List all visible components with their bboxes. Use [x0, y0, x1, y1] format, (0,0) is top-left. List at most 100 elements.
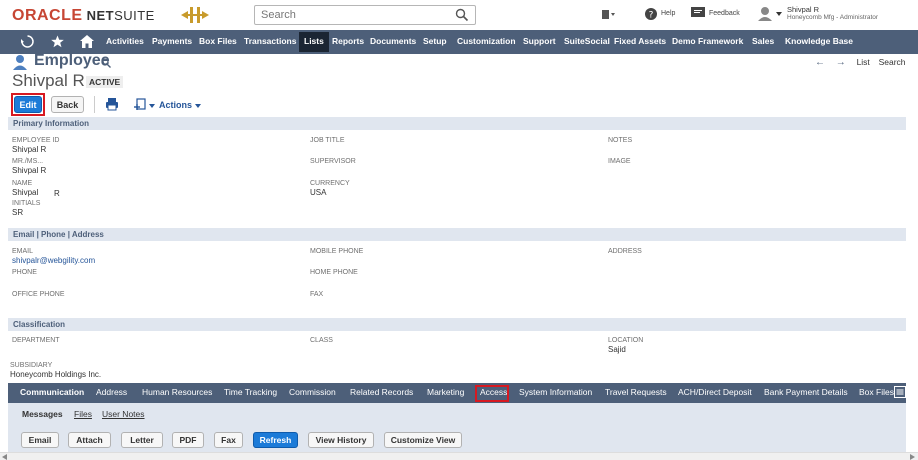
- recent-records-icon[interactable]: [21, 35, 34, 48]
- employee-icon: [13, 55, 27, 70]
- nav-reports[interactable]: Reports: [332, 36, 364, 46]
- field-label-email: EMAIL: [12, 248, 34, 255]
- company-brand-icon: [181, 7, 209, 23]
- email-button[interactable]: Email: [21, 432, 59, 448]
- help-link[interactable]: Help: [661, 10, 675, 17]
- subtab-commission[interactable]: Commission: [289, 387, 336, 397]
- nav-lists[interactable]: Lists: [299, 32, 329, 52]
- back-button[interactable]: Back: [51, 96, 84, 113]
- new-record-icon[interactable]: [133, 98, 147, 112]
- inner-tab-files[interactable]: Files: [74, 409, 92, 419]
- help-icon[interactable]: ?: [645, 8, 657, 20]
- customize-view-button[interactable]: Customize View: [384, 432, 462, 448]
- field-value-mr-ms: Shivpal R: [12, 166, 47, 175]
- subtab-related-records[interactable]: Related Records: [350, 387, 413, 397]
- nav-knowledge-base[interactable]: Knowledge Base: [785, 36, 853, 46]
- section-primary-information[interactable]: Primary Information: [8, 117, 906, 130]
- subtab-system-information[interactable]: System Information: [519, 387, 592, 397]
- field-label-phone: PHONE: [12, 269, 37, 276]
- field-label-currency: CURRENCY: [310, 180, 350, 187]
- top-bar: ORACLE NETSUITE Search ? Help Feedback Sh…: [0, 0, 918, 30]
- nav-documents[interactable]: Documents: [370, 36, 416, 46]
- nav-setup[interactable]: Setup: [423, 36, 447, 46]
- field-value-currency: USA: [310, 188, 327, 197]
- subtab-box-files[interactable]: Box Files: [859, 387, 894, 397]
- nav-box-files[interactable]: Box Files: [199, 36, 237, 46]
- subtab-time-tracking[interactable]: Time Tracking: [224, 387, 277, 397]
- svg-text:?: ?: [649, 11, 654, 21]
- home-icon[interactable]: [80, 35, 94, 48]
- field-label-fax: FAX: [310, 291, 324, 298]
- field-label-class: CLASS: [310, 337, 333, 344]
- search-link[interactable]: Search: [879, 57, 906, 67]
- arrow-left-icon[interactable]: ←: [815, 57, 825, 68]
- field-label-initials: INITIALS: [12, 200, 41, 207]
- subtab-menu-icon[interactable]: [894, 386, 906, 398]
- logo-net-text: NET: [86, 8, 115, 23]
- feedback-icon[interactable]: [691, 7, 705, 19]
- logo-oracle-text: ORACLE: [12, 7, 83, 24]
- section-email-phone-address[interactable]: Email | Phone | Address: [8, 228, 906, 241]
- field-value-location: Sajid: [608, 345, 626, 354]
- nav-transactions[interactable]: Transactions: [244, 36, 296, 46]
- field-value-email[interactable]: shivpalr@webgility.com: [12, 256, 95, 265]
- nav-customization[interactable]: Customization: [457, 36, 516, 46]
- pdf-button[interactable]: PDF: [172, 432, 204, 448]
- global-search-input[interactable]: Search: [254, 5, 476, 25]
- subtab-communication[interactable]: Communication: [20, 387, 84, 397]
- nav-payments[interactable]: Payments: [152, 36, 192, 46]
- field-label-mr-ms: MR./MS...: [12, 158, 44, 165]
- nav-activities[interactable]: Activities: [106, 36, 144, 46]
- field-label-address: ADDRESS: [608, 248, 642, 255]
- field-label-notes: NOTES: [608, 137, 633, 144]
- subtab-human-resources[interactable]: Human Resources: [142, 387, 212, 397]
- inner-tab-messages[interactable]: Messages: [22, 409, 63, 419]
- shortcuts-star-icon[interactable]: [51, 35, 64, 48]
- horizontal-scrollbar[interactable]: [0, 452, 918, 460]
- chevron-down-icon[interactable]: [149, 104, 155, 108]
- search-icon[interactable]: [101, 58, 111, 68]
- record-subtabs: Communication Address Human Resources Ti…: [8, 383, 906, 403]
- field-value-subsidiary: Honeycomb Holdings Inc.: [10, 370, 102, 379]
- fax-button[interactable]: Fax: [214, 432, 243, 448]
- section-classification[interactable]: Classification: [8, 318, 906, 331]
- record-name: Shivpal R: [12, 71, 85, 90]
- subtab-address[interactable]: Address: [96, 387, 127, 397]
- subtab-marketing[interactable]: Marketing: [427, 387, 464, 397]
- chevron-down-icon[interactable]: [776, 12, 782, 16]
- nav-sales[interactable]: Sales: [752, 36, 774, 46]
- scroll-left-icon[interactable]: [2, 454, 7, 460]
- field-value-name-first: Shivpal: [12, 188, 39, 197]
- view-history-button[interactable]: View History: [308, 432, 374, 448]
- letter-button[interactable]: Letter: [121, 432, 163, 448]
- user-role[interactable]: Honeycomb Mfg - Administrator: [787, 14, 878, 21]
- field-label-image: IMAGE: [608, 158, 631, 165]
- scroll-right-icon[interactable]: [910, 454, 915, 460]
- subtab-travel-requests[interactable]: Travel Requests: [605, 387, 667, 397]
- subtab-ach-direct-deposit[interactable]: ACH/Direct Deposit: [678, 387, 752, 397]
- field-label-employee-id: EMPLOYEE ID: [12, 137, 60, 144]
- inner-tab-user-notes[interactable]: User Notes: [102, 409, 145, 419]
- field-label-name: NAME: [12, 180, 33, 187]
- nav-suitesocial[interactable]: SuiteSocial: [564, 36, 610, 46]
- subtab-bank-payment-details[interactable]: Bank Payment Details: [764, 387, 848, 397]
- main-navigation: Activities Payments Box Files Transactio…: [0, 30, 918, 54]
- chevron-down-icon[interactable]: [195, 104, 201, 108]
- search-icon[interactable]: [455, 8, 469, 22]
- oracle-netsuite-logo[interactable]: ORACLE NETSUITE: [12, 7, 155, 25]
- user-name[interactable]: Shivpal R: [787, 5, 819, 14]
- record-navigation: ← → List Search: [815, 57, 906, 68]
- print-icon[interactable]: [105, 97, 119, 111]
- attach-button[interactable]: Attach: [68, 432, 111, 448]
- refresh-button[interactable]: Refresh: [253, 432, 298, 448]
- user-avatar-icon[interactable]: [757, 6, 775, 22]
- nav-fixed-assets[interactable]: Fixed Assets: [614, 36, 666, 46]
- actions-menu[interactable]: Actions: [159, 100, 192, 110]
- arrow-right-icon[interactable]: →: [836, 57, 846, 68]
- nav-support[interactable]: Support: [523, 36, 556, 46]
- list-link[interactable]: List: [857, 57, 870, 67]
- edit-button-highlight: [11, 93, 45, 116]
- nav-demo-framework[interactable]: Demo Framework: [672, 36, 743, 46]
- feedback-link[interactable]: Feedback: [709, 10, 740, 17]
- create-new-icon[interactable]: [600, 8, 616, 22]
